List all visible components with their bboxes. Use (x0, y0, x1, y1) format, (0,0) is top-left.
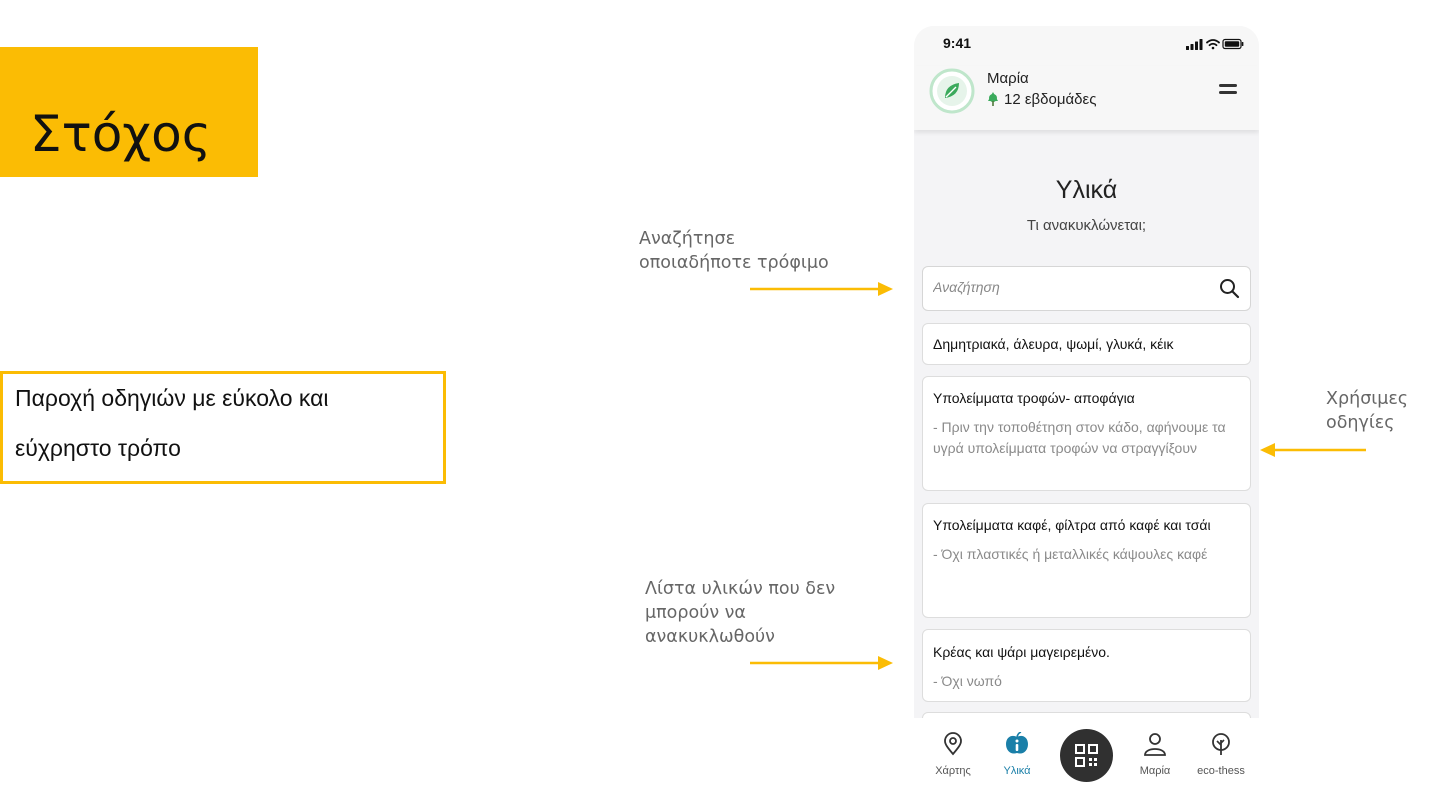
app-header: Μαρία 12 εβδομάδες (914, 66, 1259, 130)
list-item[interactable]: Κρέας και ψάρι μαγειρεμένο. - Όχι νωπό (922, 629, 1251, 702)
slide-title: Στόχος (30, 105, 212, 163)
page-title: Υλικά (1055, 176, 1118, 204)
goal-text-line-1: Παροχή οδηγιών με εύκολο και (15, 385, 329, 411)
battery-icon (1222, 38, 1244, 50)
status-bar: 9:41 (914, 26, 1259, 66)
signal-icon (1186, 39, 1203, 50)
search-input[interactable] (933, 279, 1203, 295)
page-subtitle: Τι ανακυκλώνεται; (1026, 217, 1147, 234)
list-item-description: - Όχι πλαστικές ή μεταλλικές κάψουλες κα… (933, 546, 1208, 562)
annotation-search-line-1: Αναζήτησε (639, 229, 736, 249)
annotation-list-line-3: ανακυκλωθούν (645, 627, 775, 647)
qr-scan-button[interactable] (1060, 729, 1113, 782)
qr-code-icon (1075, 744, 1098, 767)
slide-title-box: Στόχος (0, 47, 258, 177)
arrow-right-icon (750, 282, 893, 296)
list-item-title: Υπολείμματα καφέ, φίλτρα από καφέ και τσ… (933, 517, 1211, 533)
tab-profile-label: Μαρία (1139, 765, 1171, 777)
search-bar[interactable] (922, 266, 1251, 311)
annotation-list-line-2: μπορούν να (645, 603, 746, 623)
annotation-search: Αναζήτησε οποιαδήποτε τρόφιμο (639, 227, 829, 275)
user-weeks-badge: 12 εβδομάδες (987, 91, 1096, 108)
info-apple-icon (1006, 731, 1028, 754)
annotation-list-line-1: Λίστα υλικών που δεν (645, 579, 836, 599)
wifi-icon (1206, 39, 1220, 50)
tab-bar: Χάρτης Υλικά Μαρία eco-thess (914, 718, 1259, 786)
tree-outline-icon (1212, 733, 1230, 755)
user-name: Μαρία (987, 70, 1029, 87)
phone-screen: 9:41 Μαρία 12 εβδομάδες Υλικά Τι ανακυκλ… (914, 26, 1259, 786)
list-item[interactable]: Υπολείμματα τροφών- αποφάγια - Πριν την … (922, 376, 1251, 491)
list-item-title: Υπολείμματα τροφών- αποφάγια (933, 390, 1135, 406)
annotation-guides-line-1: Χρήσιμες (1326, 389, 1409, 409)
annotation-guides-line-2: οδηγίες (1326, 413, 1395, 433)
user-icon (1144, 733, 1166, 756)
list-item-title: Κρέας και ψάρι μαγειρεμένο. (933, 644, 1110, 660)
tab-materials[interactable]: Υλικά (984, 731, 1050, 777)
tab-materials-label: Υλικά (1003, 765, 1031, 777)
map-pin-icon (944, 732, 962, 756)
list-item-description: - Πριν την τοποθέτηση στον κάδο, αφήνουμ… (933, 419, 1226, 456)
tree-icon (988, 92, 998, 106)
user-weeks: 12 εβδομάδες (1004, 91, 1097, 108)
search-icon[interactable] (1219, 278, 1240, 299)
avatar-leaf-icon[interactable] (929, 68, 975, 114)
list-item-description: - Όχι νωπό (933, 673, 1002, 689)
status-time: 9:41 (943, 35, 972, 51)
list-item[interactable]: Δημητριακά, άλευρα, ψωμί, γλυκά, κέικ (922, 323, 1251, 365)
annotation-search-line-2: οποιαδήποτε τρόφιμο (639, 253, 829, 273)
arrow-left-icon (1260, 443, 1366, 457)
goal-box: Παροχή οδηγιών με εύκολο και εύχρηστο τρ… (0, 371, 446, 484)
list-item[interactable]: Υπολείμματα καφέ, φίλτρα από καφέ και τσ… (922, 503, 1251, 618)
tab-map-label: Χάρτης (935, 765, 971, 777)
annotation-list: Λίστα υλικών που δεν μπορούν να ανακυκλω… (645, 577, 835, 649)
tab-profile[interactable]: Μαρία (1122, 732, 1188, 777)
tab-map[interactable]: Χάρτης (920, 732, 986, 777)
list-item-title: Δημητριακά, άλευρα, ψωμί, γλυκά, κέικ (933, 336, 1174, 352)
tab-eco-thess-label: eco-thess (1197, 765, 1245, 777)
hamburger-menu-icon[interactable] (1219, 83, 1239, 95)
arrow-right-icon (750, 656, 893, 670)
annotation-guides: Χρήσιμες οδηγίες (1326, 387, 1408, 435)
status-icons (1186, 38, 1244, 50)
tab-eco-thess[interactable]: eco-thess (1188, 732, 1254, 777)
goal-text-line-2: εύχρηστο τρόπο (15, 435, 181, 461)
